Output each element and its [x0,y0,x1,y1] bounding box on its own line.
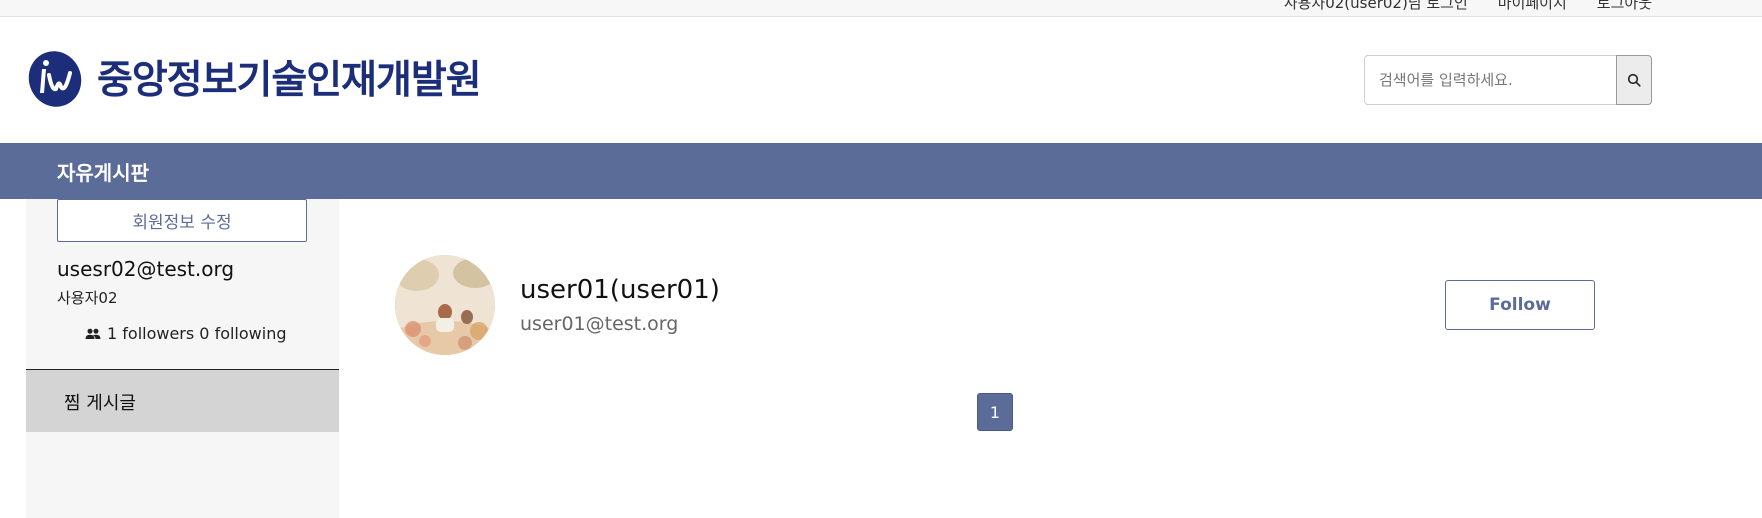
page-button-current[interactable]: 1 [977,393,1013,431]
top-utility-bar: 사용자02(user02)님 로그인 마이페이지 로그아웃 [0,0,1762,17]
profile-sidebar: 회원정보 수정 usesr02@test.org 사용자02 1 followe… [26,199,339,518]
user-email: user01@test.org [520,313,679,335]
search-button[interactable] [1616,55,1652,105]
search-input[interactable] [1364,55,1616,105]
avatar-photo [395,255,495,355]
people-icon [85,328,101,339]
logo-emblem-icon [28,51,82,107]
edit-profile-button[interactable]: 회원정보 수정 [57,199,307,242]
sidebar-item-liked-posts[interactable]: 찜 게시글 [26,370,339,432]
search-icon [1627,73,1641,87]
site-logo[interactable]: 중앙정보기술인재개발원 [25,45,482,109]
sidebar-item-label: 찜 게시글 [64,393,136,414]
follow-stats-text: 1 followers 0 following [107,324,287,343]
logo-text: 중앙정보기술인재개발원 [97,58,482,103]
follow-stats[interactable]: 1 followers 0 following [85,324,287,343]
nav-item-free-board[interactable]: 자유게시판 [57,157,149,186]
logout-link[interactable]: 로그아웃 [1597,0,1652,13]
login-status-link[interactable]: 사용자02(user02)님 로그인 [1284,0,1468,13]
avatar[interactable] [395,255,495,355]
top-utility-links: 사용자02(user02)님 로그인 마이페이지 로그아웃 [1284,0,1652,13]
sidebar-email: usesr02@test.org [57,257,235,281]
sidebar-username: 사용자02 [57,289,118,307]
follow-button[interactable]: Follow [1445,280,1595,330]
mypage-link[interactable]: 마이페이지 [1498,0,1567,13]
pagination: 1 [977,393,1013,431]
user-display-name: user01(user01) [520,275,720,305]
site-header: 중앙정보기술인재개발원 [0,17,1762,143]
search-bar [1364,55,1652,105]
main-nav: 자유게시판 [0,143,1762,199]
